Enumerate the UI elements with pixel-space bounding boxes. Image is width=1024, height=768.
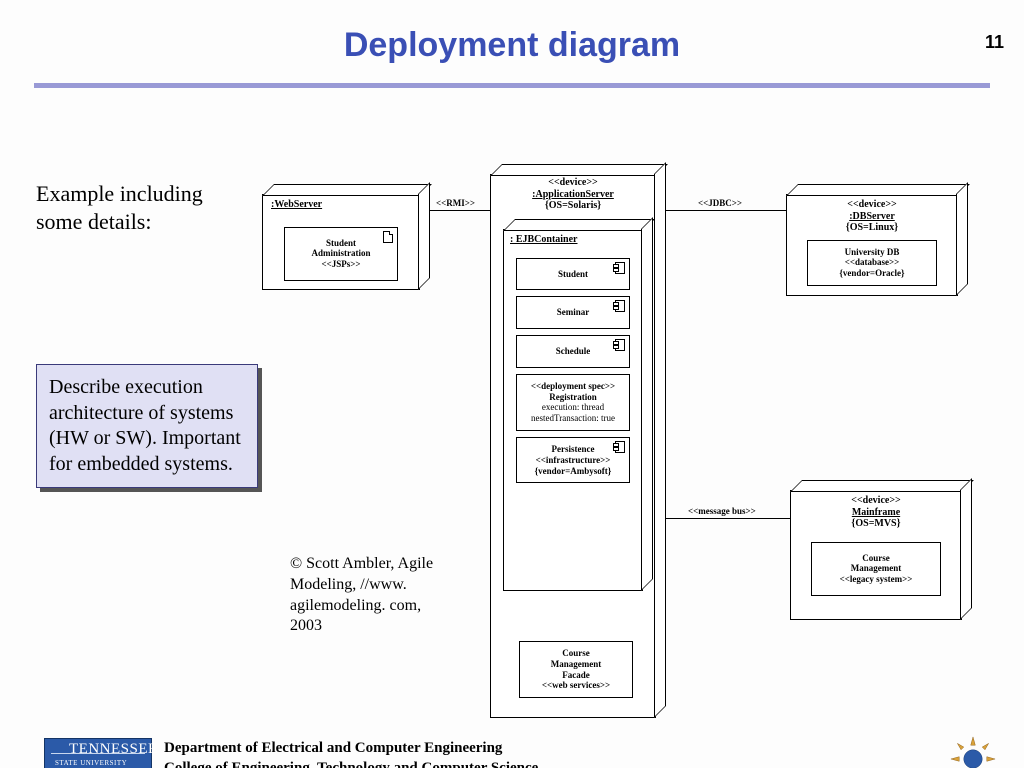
description-box: Describe execution architecture of syste… — [36, 364, 258, 488]
node-webserver: :WebServer Student Administration <<JSPs… — [262, 194, 420, 290]
node-appserver: <<device>> :ApplicationServer {OS=Solari… — [490, 174, 656, 718]
footer: TENNESSEE STATE UNIVERSITY Department of… — [0, 728, 1024, 768]
title-divider — [34, 83, 990, 88]
tsu-logo: TENNESSEE STATE UNIVERSITY — [44, 738, 152, 768]
connector-mbus — [654, 518, 790, 519]
page-title: Deployment diagram — [0, 26, 1024, 65]
component-seminar: Seminar — [516, 296, 630, 329]
connector-mbus-label: <<message bus>> — [688, 506, 756, 516]
component-coursemgmt: Course Management <<legacy system>> — [811, 542, 941, 596]
page-number: 11 — [985, 32, 1004, 53]
component-icon — [615, 339, 625, 351]
credit-text: © Scott Ambler, Agile Modeling, //www. a… — [290, 554, 450, 637]
document-icon — [383, 231, 393, 243]
node-ejb-title: : EJBContainer — [504, 230, 642, 246]
node-ejbcontainer: : EJBContainer Student Seminar Schedule … — [503, 229, 643, 591]
node-dbserver-title: <<device>> :DBServer {OS=Linux} — [787, 195, 957, 234]
node-mainframe-title: <<device>> Mainframe {OS=MVS} — [791, 491, 961, 530]
diagram-canvas: Example including some details: Describe… — [0, 144, 1024, 724]
node-dbserver: <<device>> :DBServer {OS=Linux} Universi… — [786, 194, 958, 296]
component-student: Student — [516, 258, 630, 291]
tsu-logo-sub: STATE UNIVERSITY — [55, 759, 127, 767]
nsf-logo-icon — [950, 736, 996, 768]
connector-jdbc — [664, 210, 786, 211]
component-persistence: Persistence <<infrastructure>> {vendor=A… — [516, 437, 630, 483]
component-facade: Course Management Facade <<web services>… — [519, 641, 633, 698]
node-webserver-title: :WebServer — [263, 195, 419, 211]
component-deployspec: <<deployment spec>> Registration executi… — [516, 374, 630, 431]
component-icon — [615, 441, 625, 453]
component-icon — [615, 300, 625, 312]
component-icon — [615, 262, 625, 274]
connector-jdbc-label: <<JDBC>> — [698, 198, 742, 208]
intro-text: Example including some details: — [36, 180, 206, 235]
connector-rmi-label: <<RMI>> — [436, 198, 475, 208]
node-mainframe: <<device>> Mainframe {OS=MVS} Course Man… — [790, 490, 962, 620]
component-universitydb: University DB <<database>> {vendor=Oracl… — [807, 240, 937, 286]
tsu-logo-main: TENNESSEE — [69, 741, 158, 758]
footer-text: Department of Electrical and Computer En… — [164, 739, 538, 768]
component-schedule: Schedule — [516, 335, 630, 368]
component-jsp: Student Administration <<JSPs>> — [284, 227, 398, 281]
node-appserver-title: <<device>> :ApplicationServer {OS=Solari… — [491, 175, 655, 212]
